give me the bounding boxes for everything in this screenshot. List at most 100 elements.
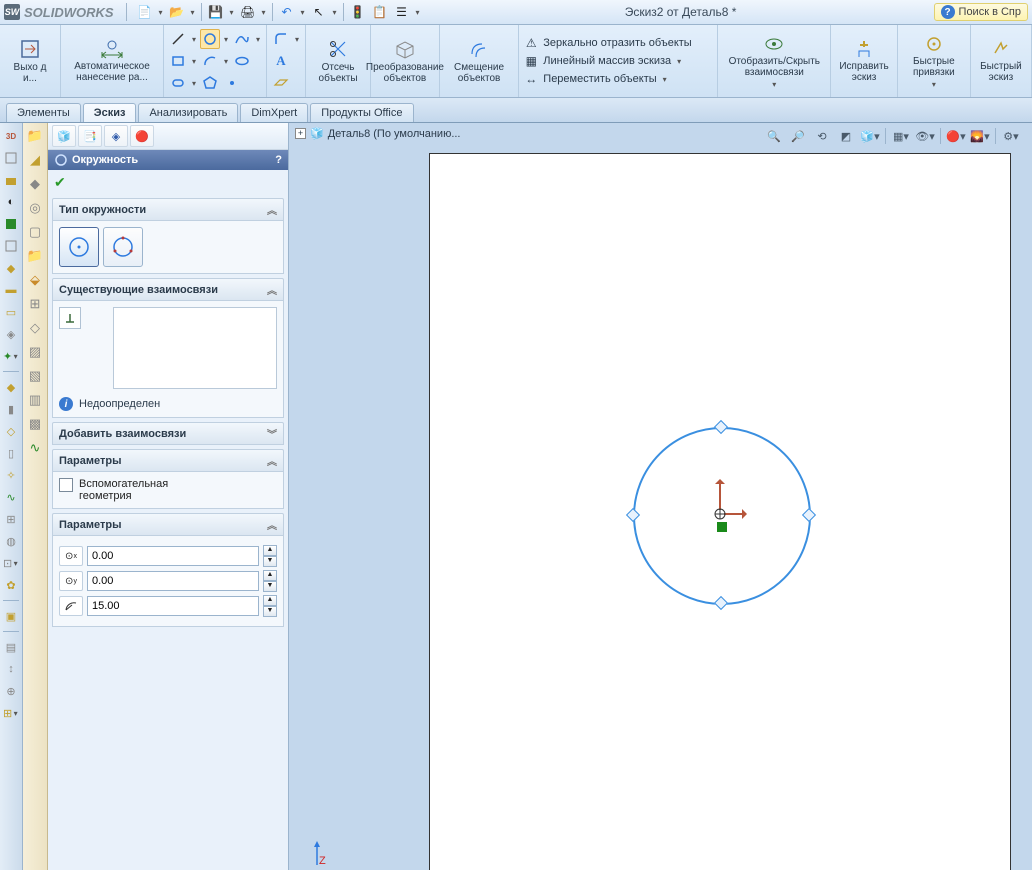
spin-down[interactable]: ▼ xyxy=(263,606,277,617)
pm-tab-config[interactable]: 📑 xyxy=(78,125,102,147)
center-x-input[interactable] xyxy=(87,546,259,566)
dropdown-icon[interactable]: ▾ xyxy=(414,8,422,17)
tool-cut[interactable] xyxy=(2,215,20,233)
tool-box[interactable] xyxy=(2,149,20,167)
spline-tool-button[interactable] xyxy=(232,29,252,49)
display-style-button[interactable]: ▦▾ xyxy=(890,125,912,147)
tool-2-4[interactable]: ▯ xyxy=(2,444,20,462)
repair-sketch-button[interactable]: Исправить эскиз xyxy=(831,25,898,97)
save-button[interactable]: 💾 xyxy=(206,2,226,22)
tree-curve[interactable]: ∿ xyxy=(26,439,44,457)
tool-2-7[interactable]: ⊞ xyxy=(2,510,20,528)
spin-up[interactable]: ▲ xyxy=(263,570,277,581)
tool-2-5[interactable]: ✧ xyxy=(2,466,20,484)
fillet-tool-button[interactable] xyxy=(271,29,291,49)
tool-2-10[interactable]: ✿ xyxy=(2,576,20,594)
tab-sketch[interactable]: Эскиз xyxy=(83,103,137,122)
graphics-area[interactable]: + 🧊 Деталь8 (По умолчанию... 🔍 🔎 ⟲ ◩ 🧊▾ … xyxy=(289,123,1032,870)
text-tool-button[interactable]: A xyxy=(271,51,291,71)
options-button[interactable]: 📋 xyxy=(370,2,390,22)
tool-boss[interactable] xyxy=(2,171,20,189)
pm-tab-feature[interactable]: 🧊 xyxy=(52,125,76,147)
settings-button[interactable]: ☰ xyxy=(392,2,412,22)
tree-misc2[interactable]: ▨ xyxy=(26,343,44,361)
perimeter-circle-button[interactable] xyxy=(103,227,143,267)
dropdown-icon[interactable]: ▾ xyxy=(228,8,236,17)
tree-mirror[interactable]: ▢ xyxy=(26,223,44,241)
view-settings-button[interactable]: ⚙▾ xyxy=(1000,125,1022,147)
quick-snaps-button[interactable]: Быстрые привязки ▾ xyxy=(898,25,971,97)
view-orient-button[interactable]: 🧊▾ xyxy=(859,125,881,147)
coincident-relation-icon[interactable] xyxy=(717,522,727,532)
tree-pattern[interactable]: ⊞ xyxy=(26,295,44,313)
offset-button[interactable]: Смещение объектов xyxy=(440,25,519,97)
tree-hole[interactable]: ◎ xyxy=(26,199,44,217)
exit-sketch-button[interactable]: Выхо д и... xyxy=(0,25,61,97)
spin-up[interactable]: ▲ xyxy=(263,545,277,556)
circle-tool-button[interactable] xyxy=(200,29,220,49)
tool-loft[interactable]: ◆ xyxy=(2,259,20,277)
dropdown-icon[interactable]: ▾ xyxy=(331,8,339,17)
ellipse-tool-button[interactable] xyxy=(232,51,252,71)
open-file-button[interactable]: 📂 xyxy=(167,2,187,22)
tool-2-6[interactable]: ∿ xyxy=(2,488,20,506)
tool-rib[interactable]: ◈ xyxy=(2,325,20,343)
tree-folder2[interactable]: 📁 xyxy=(26,247,44,265)
hide-show-button[interactable]: 👁▾ xyxy=(914,125,936,147)
polygon-tool-button[interactable] xyxy=(200,73,220,93)
print-button[interactable]: 🖨 xyxy=(238,2,258,22)
section-options[interactable]: Параметры︽ xyxy=(52,449,284,472)
smart-dimension-button[interactable]: Автоматическое нанесение ра... xyxy=(61,25,164,97)
slot-tool-button[interactable] xyxy=(168,73,188,93)
dropdown-icon[interactable]: ▾ xyxy=(299,8,307,17)
spin-down[interactable]: ▼ xyxy=(263,581,277,592)
convert-button[interactable]: Преобразование объектов xyxy=(371,25,440,97)
tool-shell[interactable]: ▭ xyxy=(2,303,20,321)
help-search[interactable]: ? Поиск в Спр xyxy=(934,3,1028,21)
plane-tool-button[interactable] xyxy=(271,73,291,93)
rapid-sketch-button[interactable]: Быстрый эскиз xyxy=(971,25,1032,97)
new-file-button[interactable]: 📄 xyxy=(135,2,155,22)
tab-office[interactable]: Продукты Office xyxy=(310,103,413,122)
rebuild-button[interactable]: 🚦 xyxy=(348,2,368,22)
tool-4-4[interactable]: ⊞▾ xyxy=(2,704,20,722)
tree-misc1[interactable]: ◇ xyxy=(26,319,44,337)
construction-checkbox[interactable]: Вспомогательная геометрия xyxy=(59,478,277,502)
tool-2-1[interactable]: ◆ xyxy=(2,378,20,396)
tree-misc4[interactable]: ▥ xyxy=(26,391,44,409)
section-circle-type[interactable]: Тип окружности︽ xyxy=(52,198,284,221)
linear-pattern-button[interactable]: ▦Линейный массив эскиза▾ xyxy=(523,53,713,69)
tool-3-1[interactable]: ▣ xyxy=(2,607,20,625)
tool-revolve[interactable]: ◐ xyxy=(2,193,20,211)
tool-wrap[interactable]: ✦▾ xyxy=(2,347,20,365)
spin-down[interactable]: ▼ xyxy=(263,556,277,567)
pm-tab-property[interactable]: ◈ xyxy=(104,125,128,147)
tool-sheet[interactable] xyxy=(2,237,20,255)
move-entities-button[interactable]: ↔Переместить объекты▾ xyxy=(523,71,713,87)
tree-cyl[interactable]: ⬙ xyxy=(26,271,44,289)
zoom-area-button[interactable]: 🔎 xyxy=(787,125,809,147)
scene-button[interactable]: 🌄▾ xyxy=(969,125,991,147)
undo-button[interactable]: ↶ xyxy=(277,2,297,22)
tool-3d[interactable]: 3D xyxy=(2,127,20,145)
tool-4-2[interactable]: ↕ xyxy=(2,660,20,678)
tool-2-3[interactable]: ◇ xyxy=(2,422,20,440)
prev-view-button[interactable]: ⟲ xyxy=(811,125,833,147)
dropdown-icon[interactable]: ▾ xyxy=(157,8,165,17)
relations-listbox[interactable] xyxy=(113,307,277,389)
radius-input[interactable] xyxy=(87,596,259,616)
dropdown-icon[interactable]: ▾ xyxy=(260,8,268,17)
tab-dimxpert[interactable]: DimXpert xyxy=(240,103,308,122)
tree-folder[interactable]: 📁 xyxy=(26,127,44,145)
section-existing-relations[interactable]: Существующие взаимосвязи︽ xyxy=(52,278,284,301)
display-relations-button[interactable]: Отобразить/Скрыть взаимосвязи ▾ xyxy=(718,25,831,97)
select-button[interactable]: ↖ xyxy=(309,2,329,22)
tab-features[interactable]: Элементы xyxy=(6,103,81,122)
tree-misc3[interactable]: ▧ xyxy=(26,367,44,385)
help-icon[interactable]: ? xyxy=(275,154,282,166)
origin-marker[interactable] xyxy=(713,507,727,521)
pm-tab-appear[interactable]: 🔴 xyxy=(130,125,154,147)
zoom-fit-button[interactable]: 🔍 xyxy=(763,125,785,147)
trim-button[interactable]: Отсечь объекты xyxy=(306,25,371,97)
tool-2-9[interactable]: ⊡▾ xyxy=(2,554,20,572)
